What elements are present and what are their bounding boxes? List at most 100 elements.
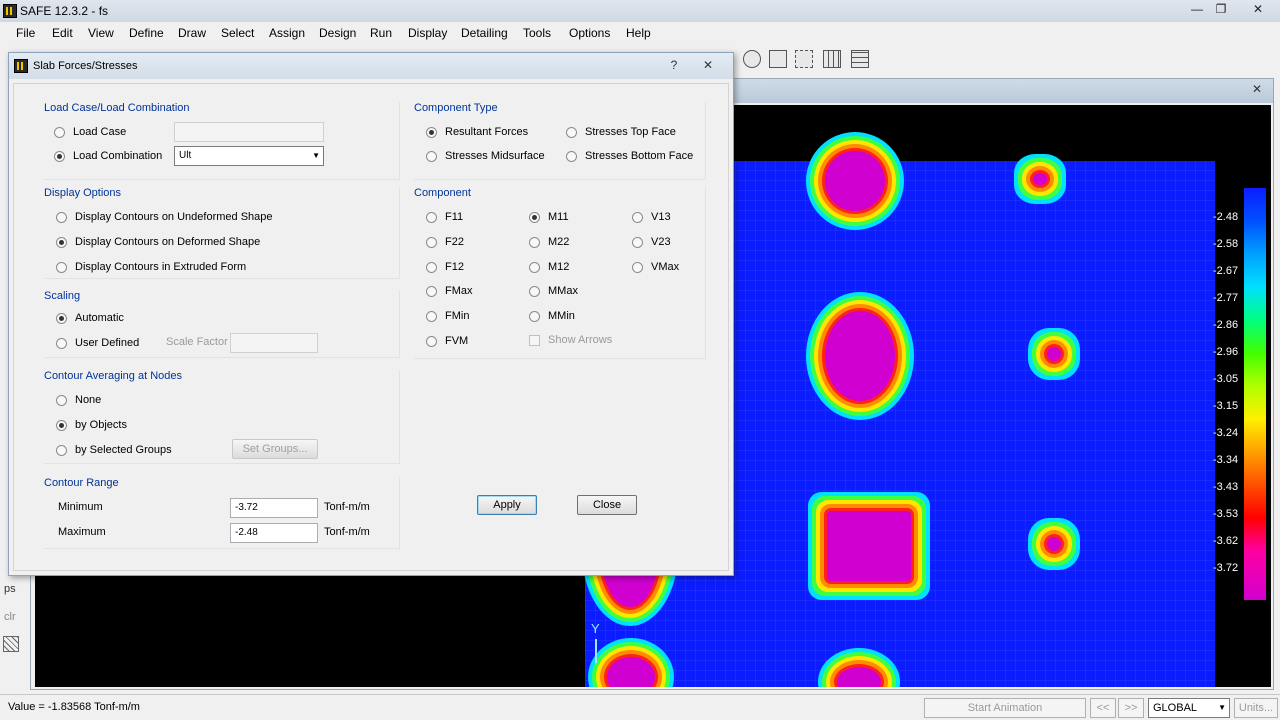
- left-toolbar-clr[interactable]: clr: [4, 611, 16, 623]
- component-fvm-option[interactable]: FVM: [426, 333, 468, 349]
- component-f22-option[interactable]: F22: [426, 234, 464, 250]
- menu-file[interactable]: File: [16, 26, 35, 40]
- component-m11-option[interactable]: M11: [529, 209, 569, 225]
- maximum-field[interactable]: -2.48: [230, 523, 318, 543]
- radio-icon: [56, 394, 67, 406]
- component-mmax-option[interactable]: MMax: [529, 283, 578, 299]
- component-vmax-option[interactable]: VMax: [632, 259, 679, 275]
- stresses-top-face-option[interactable]: Stresses Top Face: [566, 124, 676, 140]
- option-label: Display Contours on Deformed Shape: [75, 236, 261, 248]
- menu-options[interactable]: Options: [569, 26, 610, 40]
- group-title: Scaling: [44, 290, 81, 302]
- next-button[interactable]: >>: [1118, 698, 1144, 718]
- plot-close-button[interactable]: ✕: [1247, 82, 1267, 98]
- radio-icon: [426, 261, 437, 273]
- prev-button[interactable]: <<: [1090, 698, 1116, 718]
- radio-selected-icon: [56, 236, 67, 248]
- menu-detailing[interactable]: Detailing: [461, 26, 508, 40]
- menu-help[interactable]: Help: [626, 26, 651, 40]
- option-label: Automatic: [75, 312, 124, 324]
- select-box-icon[interactable]: [795, 50, 813, 68]
- group-title: Contour Averaging at Nodes: [44, 370, 182, 382]
- pan-icon[interactable]: [769, 50, 787, 68]
- restore-button[interactable]: ❐: [1210, 0, 1232, 18]
- stresses-midsurface-option[interactable]: Stresses Midsurface: [426, 148, 545, 164]
- menu-select[interactable]: Select: [221, 26, 254, 40]
- averaging-by-objects-option[interactable]: by Objects: [56, 417, 127, 433]
- component-m12-option[interactable]: M12: [529, 259, 569, 275]
- show-arrows-checkbox[interactable]: Show Arrows: [529, 332, 612, 348]
- option-label: M22: [548, 236, 570, 248]
- maximum-unit: Tonf-m/m: [324, 526, 370, 538]
- legend-label: -2.58: [1213, 238, 1239, 250]
- component-v23-option[interactable]: V23: [632, 234, 671, 250]
- menu-assign[interactable]: Assign: [269, 26, 305, 40]
- maximum-label: Maximum: [58, 526, 106, 538]
- group-title: Contour Range: [44, 477, 119, 489]
- dialog-close-button[interactable]: ✕: [699, 56, 717, 74]
- component-f11-option[interactable]: F11: [426, 209, 463, 225]
- extruded-form-option[interactable]: Display Contours in Extruded Form: [56, 259, 246, 275]
- load-combination-option[interactable]: Load Combination: [54, 148, 162, 164]
- component-v13-option[interactable]: V13: [632, 209, 671, 225]
- menu-tools[interactable]: Tools: [523, 26, 551, 40]
- option-label: Stresses Midsurface: [445, 150, 545, 162]
- grid-icon[interactable]: [823, 50, 841, 68]
- minimum-field[interactable]: -3.72: [230, 498, 318, 518]
- load-combination-select[interactable]: Ult: [174, 146, 324, 166]
- averaging-by-groups-option[interactable]: by Selected Groups: [56, 442, 172, 458]
- legend-label: -3.72: [1213, 562, 1239, 574]
- component-fmax-option[interactable]: FMax: [426, 283, 473, 299]
- component-m22-option[interactable]: M22: [529, 234, 569, 250]
- help-button[interactable]: ?: [665, 56, 683, 74]
- minimum-label: Minimum: [58, 501, 103, 513]
- left-toolbar-ps[interactable]: ps: [4, 583, 16, 595]
- user-defined-scaling-option[interactable]: User Defined: [56, 335, 139, 351]
- apply-button[interactable]: Apply: [477, 495, 537, 515]
- option-label: None: [75, 394, 102, 406]
- grid-pattern-icon[interactable]: [3, 636, 19, 652]
- component-f12-option[interactable]: F12: [426, 259, 464, 275]
- menu-display[interactable]: Display: [408, 26, 447, 40]
- scale-factor-field[interactable]: [230, 333, 318, 353]
- start-animation-button[interactable]: Start Animation: [924, 698, 1086, 718]
- deformed-shape-option[interactable]: Display Contours on Deformed Shape: [56, 234, 260, 250]
- coord-system-select[interactable]: GLOBAL: [1148, 698, 1230, 718]
- app-close-button[interactable]: ✕: [1244, 0, 1272, 18]
- set-groups-button[interactable]: Set Groups...: [232, 439, 318, 459]
- undeformed-shape-option[interactable]: Display Contours on Undeformed Shape: [56, 209, 273, 225]
- contour-hotspot: [1047, 347, 1061, 361]
- radio-selected-icon: [54, 150, 65, 162]
- stresses-bottom-face-option[interactable]: Stresses Bottom Face: [566, 148, 693, 164]
- menu-edit[interactable]: Edit: [52, 26, 73, 40]
- menu-view[interactable]: View: [88, 26, 114, 40]
- automatic-scaling-option[interactable]: Automatic: [56, 310, 124, 326]
- rubber-band-icon[interactable]: [743, 50, 761, 68]
- close-button[interactable]: Close: [577, 495, 637, 515]
- component-fmin-option[interactable]: FMin: [426, 308, 469, 324]
- option-label: Load Combination: [73, 150, 163, 162]
- legend-label: -2.96: [1213, 346, 1239, 358]
- radio-icon: [56, 337, 67, 349]
- menu-define[interactable]: Define: [129, 26, 164, 40]
- table-icon[interactable]: [851, 50, 869, 68]
- load-case-option[interactable]: Load Case: [54, 124, 126, 140]
- menu-design[interactable]: Design: [319, 26, 356, 40]
- main-toolbar: [735, 46, 1280, 72]
- radio-selected-icon: [56, 419, 67, 431]
- units-button[interactable]: Units...: [1234, 698, 1278, 718]
- load-case-group: Load Case/Load Combination Load Case Loa…: [44, 102, 400, 180]
- option-label: M12: [548, 261, 570, 273]
- option-label: F22: [445, 236, 464, 248]
- component-mmin-option[interactable]: MMin: [529, 308, 575, 324]
- option-label: V13: [651, 211, 671, 223]
- resultant-forces-option[interactable]: Resultant Forces: [426, 124, 528, 140]
- menu-draw[interactable]: Draw: [178, 26, 206, 40]
- averaging-none-option[interactable]: None: [56, 392, 101, 408]
- option-label: FMin: [445, 310, 470, 322]
- option-label: VMax: [651, 261, 680, 273]
- minimize-button[interactable]: —: [1186, 0, 1208, 18]
- load-case-field[interactable]: [174, 122, 324, 142]
- radio-icon: [566, 150, 577, 162]
- menu-run[interactable]: Run: [370, 26, 392, 40]
